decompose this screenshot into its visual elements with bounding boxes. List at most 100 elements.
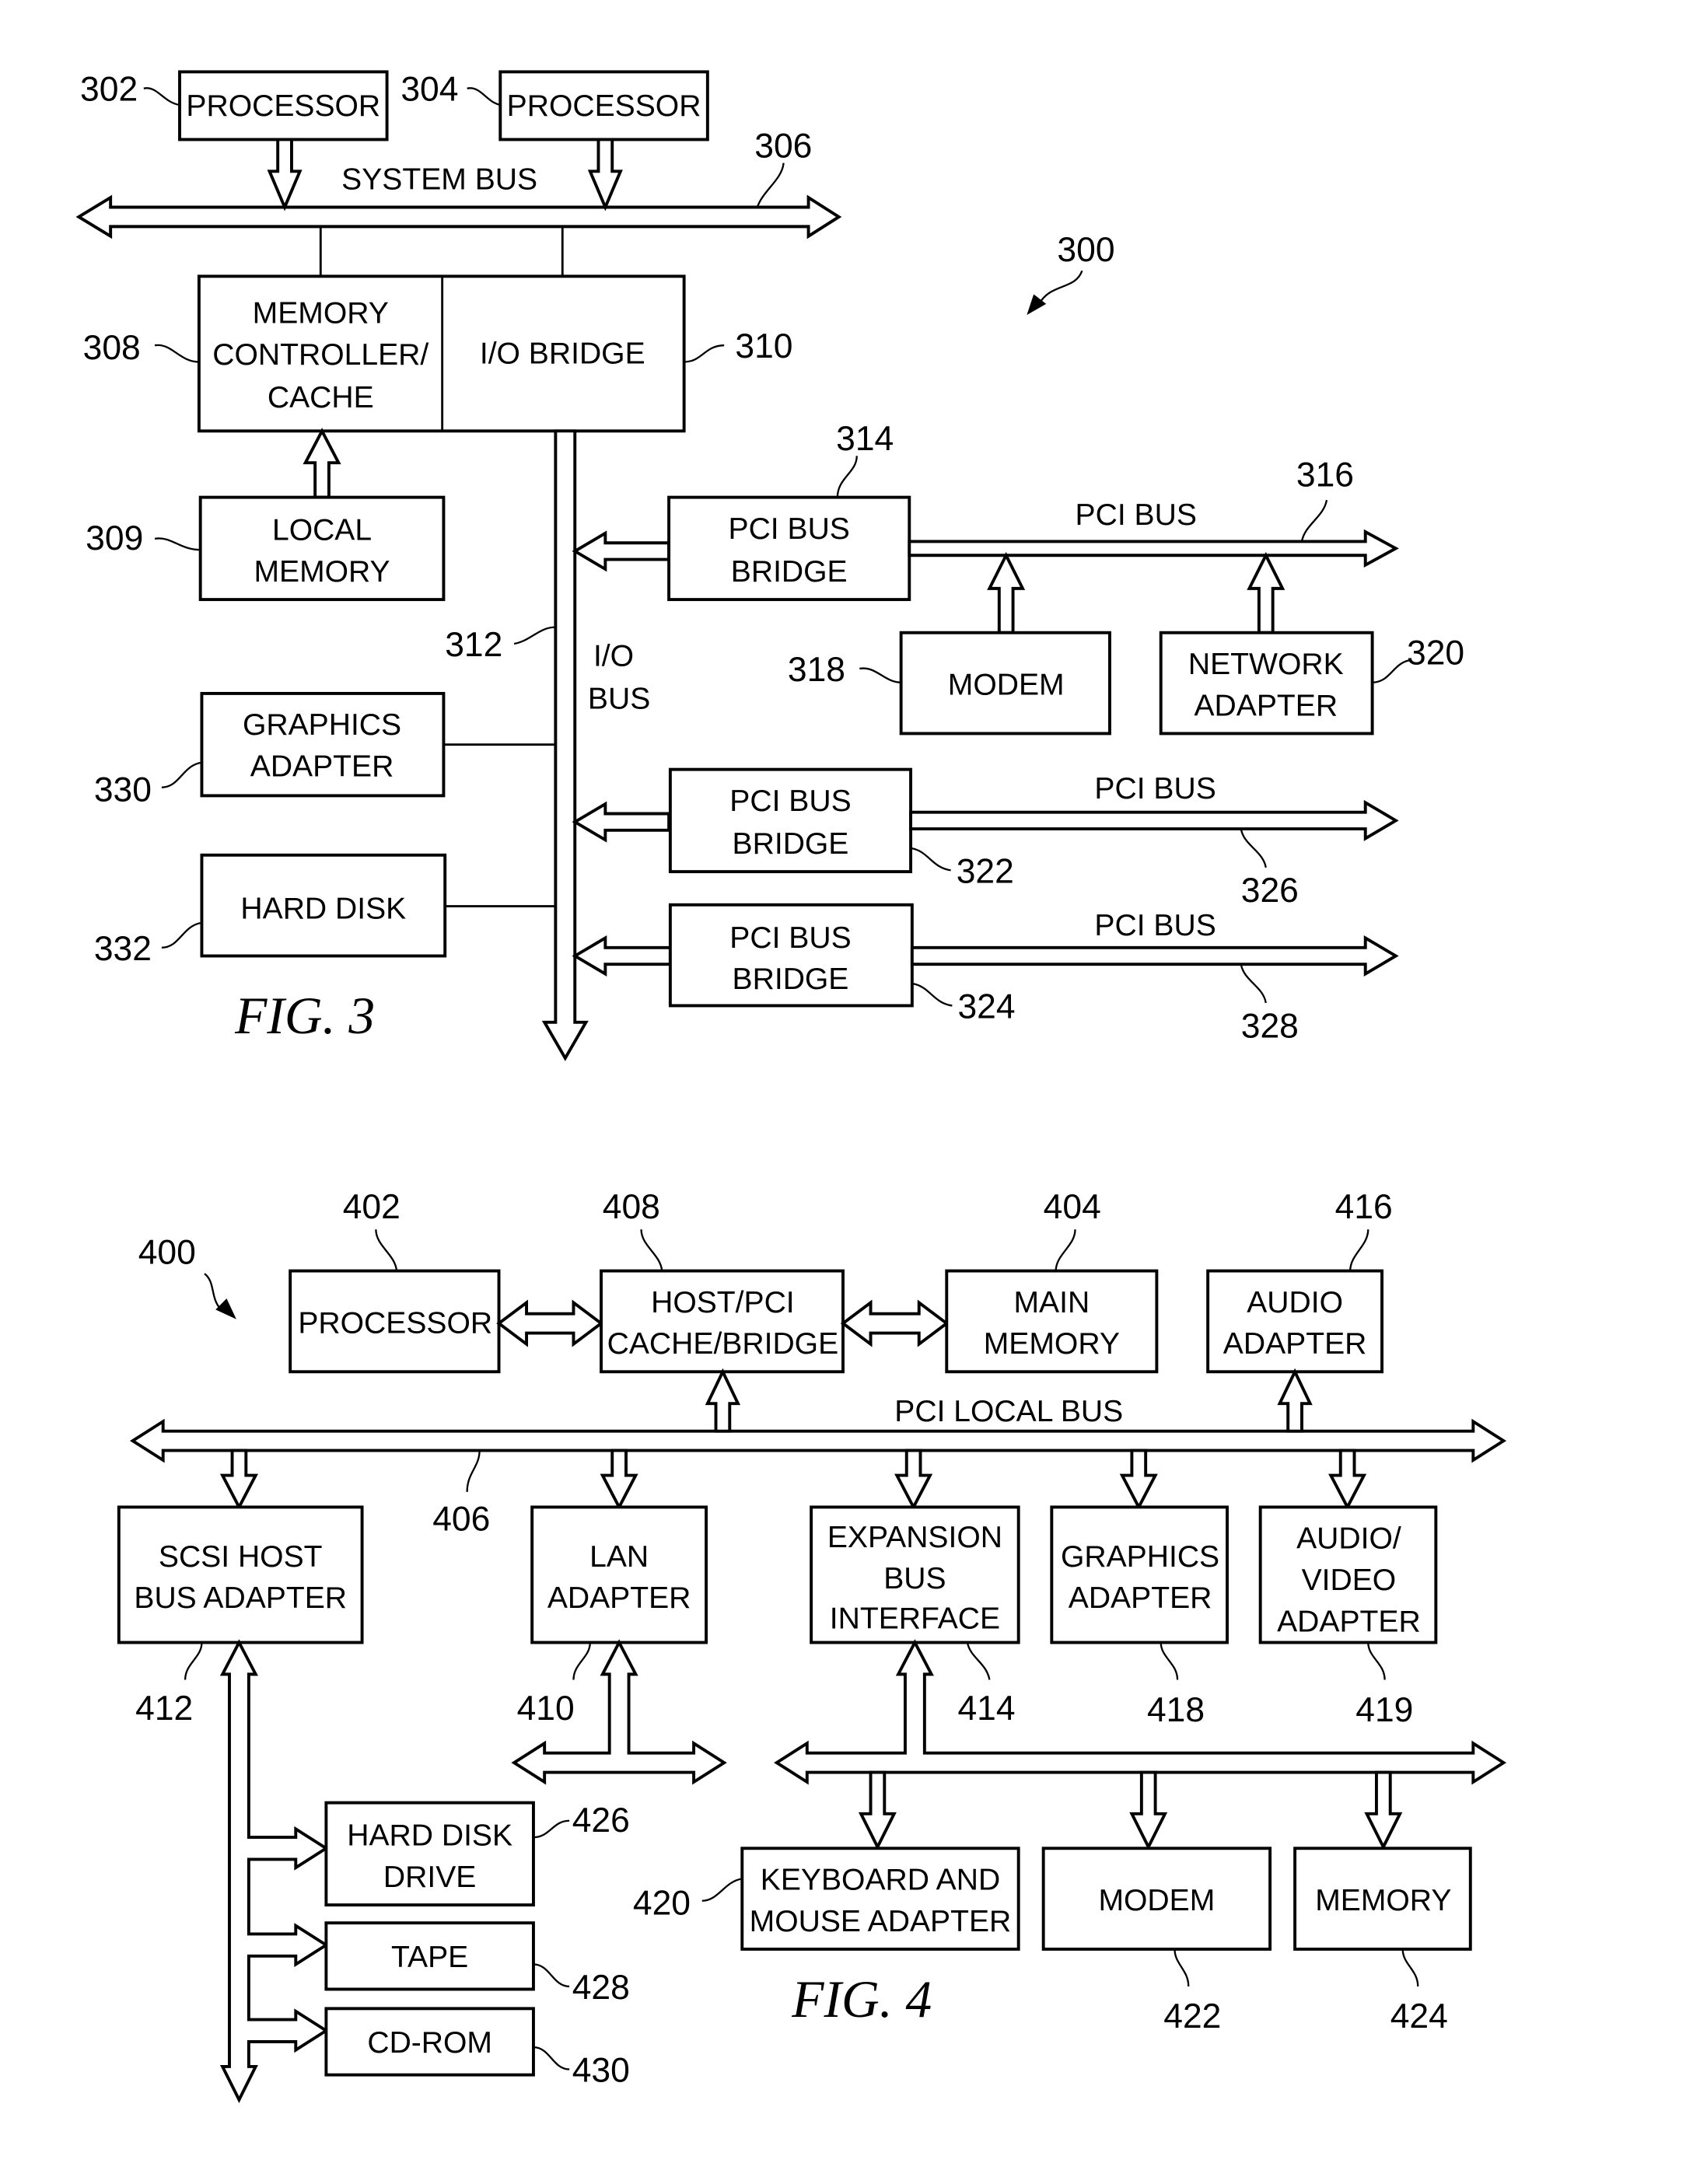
local-memory-label-line2: MEMORY <box>254 555 390 589</box>
network-adapter-label-line1: NETWORK <box>1188 648 1344 681</box>
io-bus-label-line2: BUS <box>588 682 650 715</box>
leader-318 <box>859 667 901 683</box>
lan-label-line1: LAN <box>589 1540 649 1574</box>
leader-332 <box>161 921 202 949</box>
leader-420 <box>701 1878 743 1902</box>
fig4-caption: FIG. 4 <box>791 1970 932 2028</box>
ref-308: 308 <box>83 329 141 367</box>
pci-bridge-322-label-line1: PCI BUS <box>729 784 851 818</box>
hostbridge-mainmem-link <box>840 1299 950 1347</box>
scsi-down-arrow <box>219 1448 258 1511</box>
leader-424 <box>1401 1948 1419 1987</box>
leader-310 <box>684 344 725 363</box>
audio-adapter-label-line2: ADAPTER <box>1223 1327 1367 1361</box>
io-bus-label-line1: I/O <box>593 639 634 673</box>
leader-404 <box>1055 1229 1076 1271</box>
hard-disk-label: HARD DISK <box>240 893 406 926</box>
leader-330 <box>161 761 202 788</box>
audio-up-arrow <box>1277 1368 1313 1433</box>
local-memory-label-line1: LOCAL <box>272 514 372 547</box>
ref-428: 428 <box>572 1969 630 2007</box>
leader-412 <box>184 1642 203 1680</box>
ref-309: 309 <box>86 519 143 557</box>
kbd-down-arrow <box>858 1770 897 1850</box>
pci-bridge-324-label-line2: BRIDGE <box>733 963 849 996</box>
processor-hostbridge-link <box>496 1299 604 1347</box>
kbd-label-line2: MOUSE ADAPTER <box>750 1905 1012 1938</box>
ref-424: 424 <box>1390 1997 1448 2035</box>
ref-406: 406 <box>432 1501 490 1539</box>
leader-419 <box>1367 1642 1386 1680</box>
leader-324 <box>911 982 953 1007</box>
leader-414 <box>966 1642 991 1680</box>
ref-422: 422 <box>1163 1997 1221 2035</box>
leader-408 <box>640 1229 663 1271</box>
cdrom-label: CD-ROM <box>367 2026 492 2060</box>
network-adapter-label-line2: ADAPTER <box>1194 689 1338 722</box>
pci-bridge-322-arrow <box>572 801 671 843</box>
expansion-down-arrow <box>894 1448 933 1511</box>
ref-404: 404 <box>1044 1188 1101 1226</box>
leader-428 <box>533 1963 570 1988</box>
modem-422-label: MODEM <box>1098 1884 1215 1917</box>
ref-318: 318 <box>788 651 845 689</box>
lan-down-arrow <box>600 1448 638 1511</box>
lan-label-line2: ADAPTER <box>547 1581 691 1615</box>
leader-402 <box>375 1229 398 1271</box>
iobridge-label: I/O BRIDGE <box>480 337 645 370</box>
scsi-label-line1: SCSI HOST <box>159 1540 323 1574</box>
pci-bridge-324-arrow <box>572 935 672 977</box>
processor-402-label: PROCESSOR <box>298 1307 492 1340</box>
ref-324: 324 <box>957 987 1015 1026</box>
scsi-bus <box>219 1639 330 2103</box>
modem-422-down-arrow <box>1129 1770 1168 1850</box>
ref-314: 314 <box>836 420 894 458</box>
pci-bridge-322-label-line2: BRIDGE <box>733 827 849 861</box>
main-memory-label-line1: MAIN <box>1013 1286 1090 1319</box>
leader-406 <box>466 1450 481 1492</box>
hdd-label-line2: DRIVE <box>383 1861 476 1894</box>
leader-308 <box>154 344 199 363</box>
system-bus-label: SYSTEM BUS <box>341 162 537 196</box>
fig3-graphics-label-line2: ADAPTER <box>250 750 394 784</box>
ref-328: 328 <box>1241 1007 1299 1045</box>
processor-302-arrow <box>267 138 303 211</box>
system-bus <box>75 194 842 239</box>
av-down-arrow <box>1328 1448 1367 1511</box>
leader-304 <box>467 87 501 107</box>
leader-328 <box>1240 963 1267 1004</box>
leader-316 <box>1300 499 1328 542</box>
leader-326 <box>1240 828 1267 868</box>
leader-312 <box>513 626 556 645</box>
kbd-label-line1: KEYBOARD AND <box>761 1864 1000 1897</box>
memory-424-down-arrow <box>1364 1770 1403 1850</box>
pci-bridge-314-label-line1: PCI BUS <box>729 512 850 546</box>
pci-bus-328 <box>910 935 1399 977</box>
av-label-line2: VIDEO <box>1302 1564 1397 1597</box>
modem-318-label: MODEM <box>948 669 1065 702</box>
memory-424-label: MEMORY <box>1315 1884 1451 1917</box>
main-memory-label-line2: MEMORY <box>984 1327 1120 1361</box>
ref-300: 300 <box>1057 231 1114 269</box>
av-label-line3: ADAPTER <box>1277 1605 1421 1638</box>
pci-bridge-314-arrow <box>572 530 671 572</box>
pci-bridge-314-label-line2: BRIDGE <box>731 555 848 589</box>
ref-326: 326 <box>1241 872 1299 910</box>
expansion-label-line2: BUS <box>883 1562 946 1595</box>
leader-400 <box>204 1273 222 1311</box>
leader-416 <box>1349 1229 1369 1271</box>
ref-322: 322 <box>957 852 1014 890</box>
ref-402: 402 <box>343 1188 401 1226</box>
host-pci-bridge-label-line2: CACHE/BRIDGE <box>607 1327 839 1361</box>
pci-local-bus-label: PCI LOCAL BUS <box>894 1395 1123 1428</box>
graphics-418-label-line1: GRAPHICS <box>1061 1540 1219 1574</box>
ref-430: 430 <box>572 2052 630 2090</box>
hdd-label-line1: HARD DISK <box>347 1819 512 1853</box>
leader-300 <box>1038 270 1083 305</box>
pci-bus-328-label: PCI BUS <box>1094 909 1216 942</box>
expansion-label-line3: INTERFACE <box>830 1602 1000 1636</box>
patent-figure-sheet: SYSTEM BUS 306 PROCESSOR 302 PROCESSOR 3… <box>75 70 1507 2103</box>
network-320-up-arrow <box>1247 551 1285 634</box>
ref-408: 408 <box>603 1188 660 1226</box>
host-pci-bridge-label-line1: HOST/PCI <box>651 1286 795 1319</box>
